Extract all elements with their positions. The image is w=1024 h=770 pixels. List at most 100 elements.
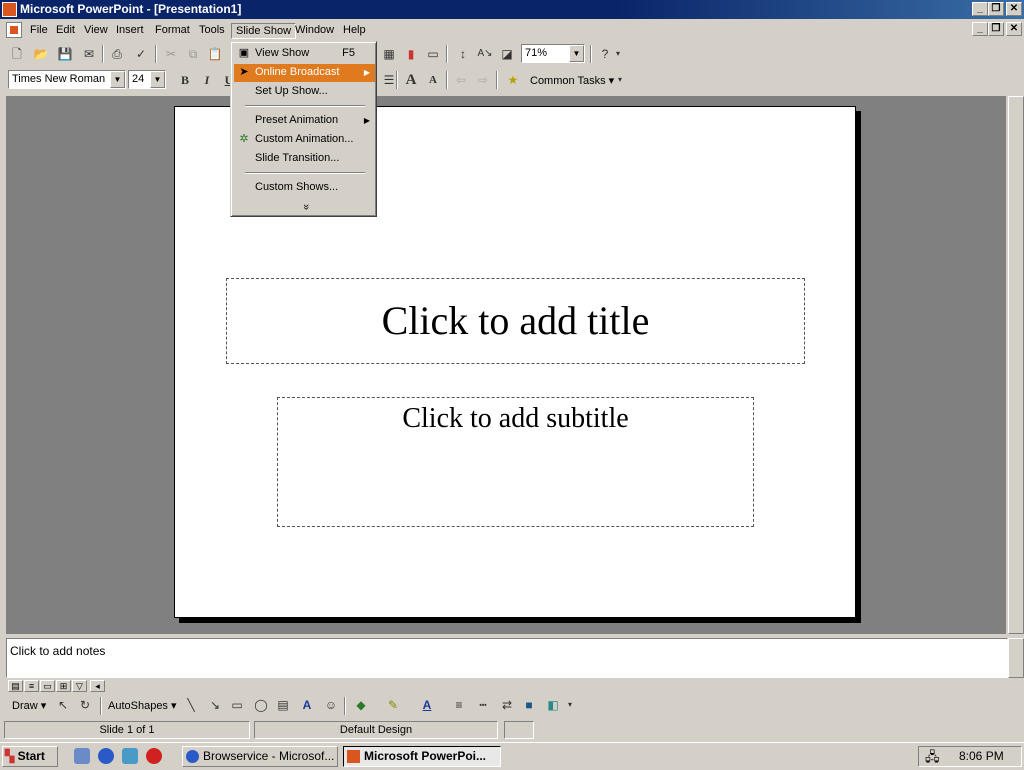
- clock[interactable]: 8:06 PM: [959, 749, 1004, 763]
- menu-file[interactable]: File: [26, 23, 52, 39]
- shadow-icon[interactable]: ■: [518, 696, 540, 716]
- insert-table-icon[interactable]: ▦: [378, 45, 400, 65]
- copy-icon[interactable]: ⧉: [182, 45, 204, 65]
- opera-icon[interactable]: [146, 748, 162, 764]
- subtitle-placeholder[interactable]: Click to add subtitle: [277, 397, 754, 527]
- fill-color-icon[interactable]: ◆: [350, 696, 372, 716]
- insert-chart-icon[interactable]: ▮: [400, 45, 422, 65]
- promote-icon[interactable]: ⇦: [450, 71, 472, 91]
- notes-placeholder[interactable]: Click to add notes: [10, 644, 105, 658]
- menu-tools[interactable]: Tools: [195, 23, 229, 39]
- show-formatting-icon[interactable]: A↘: [474, 45, 496, 65]
- italic-button[interactable]: I: [196, 71, 218, 91]
- chevron-down-icon[interactable]: ▼: [569, 45, 584, 62]
- title-placeholder[interactable]: Click to add title: [226, 278, 805, 364]
- taskbar-item-powerpoint[interactable]: Microsoft PowerPoi...: [343, 746, 501, 767]
- menu-item-custom-shows[interactable]: Custom Shows...: [234, 179, 375, 197]
- menu-item-set-up-show[interactable]: Set Up Show...: [234, 83, 375, 101]
- powerpoint-app-icon[interactable]: [2, 2, 17, 17]
- close-button[interactable]: ✕: [1006, 2, 1022, 16]
- demote-icon[interactable]: ⇨: [472, 71, 494, 91]
- menu-item-custom-animation[interactable]: ✲ Custom Animation...: [234, 131, 375, 149]
- common-tasks-button[interactable]: Common Tasks ▾: [530, 74, 614, 87]
- menu-help[interactable]: Help: [339, 23, 370, 39]
- select-arrow-icon[interactable]: ↖: [52, 696, 74, 716]
- start-button[interactable]: ▚ Start: [2, 746, 58, 767]
- arrow-style-icon[interactable]: ⇄: [496, 696, 518, 716]
- grayscale-icon[interactable]: ◪: [496, 45, 518, 65]
- doc-restore-button[interactable]: ❐: [988, 22, 1004, 36]
- tray-app-icon[interactable]: 🖧: [925, 748, 940, 770]
- oval-icon[interactable]: ◯: [250, 696, 272, 716]
- zoom-combo[interactable]: 71% ▼: [521, 44, 585, 63]
- spelling-icon[interactable]: ✓: [130, 45, 152, 65]
- cut-icon[interactable]: ✂: [160, 45, 182, 65]
- free-rotate-icon[interactable]: ↻: [74, 696, 96, 716]
- chevron-down-icon[interactable]: ▼: [150, 71, 165, 88]
- dash-style-icon[interactable]: ┅: [472, 696, 494, 716]
- autoshapes-menu-button[interactable]: AutoShapes ▾: [108, 699, 177, 712]
- outline-view-icon[interactable]: ≡: [24, 680, 39, 692]
- text-box-icon[interactable]: ▤: [272, 696, 294, 716]
- save-icon[interactable]: 💾: [54, 45, 76, 65]
- print-icon[interactable]: ⎙: [106, 45, 128, 65]
- expand-menu-icon[interactable]: »: [298, 199, 312, 215]
- toolbar-separator: [446, 71, 448, 89]
- arrow-icon[interactable]: ↘: [204, 696, 226, 716]
- font-combo[interactable]: Times New Roman ▼: [8, 70, 126, 89]
- notes-pane[interactable]: Click to add notes: [6, 638, 1008, 678]
- restore-button[interactable]: ❐: [988, 2, 1004, 16]
- zoom-value: 71%: [525, 47, 548, 59]
- chevron-down-icon[interactable]: ▼: [110, 71, 125, 88]
- line-icon[interactable]: ╲: [180, 696, 202, 716]
- new-slide-icon[interactable]: ▭: [422, 45, 444, 65]
- menu-slide-show[interactable]: Slide Show: [231, 23, 297, 39]
- expand-icon[interactable]: ↕: [452, 45, 474, 65]
- taskbar-item-browservice[interactable]: Browservice - Microsof...: [182, 746, 338, 767]
- show-desktop-icon[interactable]: [74, 748, 90, 764]
- menu-view[interactable]: View: [80, 23, 112, 39]
- line-style-icon[interactable]: ≡: [448, 696, 470, 716]
- draw-menu-button[interactable]: Draw ▾: [12, 699, 46, 712]
- menu-item-slide-transition[interactable]: Slide Transition...: [234, 150, 375, 168]
- toolbar-options-icon[interactable]: ▾: [612, 45, 624, 65]
- menu-insert[interactable]: Insert: [112, 23, 148, 39]
- minimize-button[interactable]: _: [972, 2, 988, 16]
- toolbar-options-icon[interactable]: ▾: [614, 71, 626, 91]
- bold-button[interactable]: B: [174, 71, 196, 91]
- menu-edit[interactable]: Edit: [52, 23, 79, 39]
- outlook-express-icon[interactable]: [122, 748, 138, 764]
- menu-item-view-show[interactable]: ▣ View Show F5: [234, 45, 375, 63]
- 3d-icon[interactable]: ◧: [542, 696, 564, 716]
- paste-icon[interactable]: 📋: [204, 45, 226, 65]
- menu-format[interactable]: Format: [151, 23, 194, 39]
- open-icon[interactable]: 📂: [30, 45, 52, 65]
- title-bar[interactable]: Microsoft PowerPoint - [Presentation1] _…: [0, 0, 1024, 19]
- internet-explorer-icon[interactable]: [98, 748, 114, 764]
- document-icon[interactable]: [6, 22, 22, 38]
- font-size-combo[interactable]: 24 ▼: [128, 70, 166, 89]
- slide-sorter-icon[interactable]: ⊞: [56, 680, 71, 692]
- doc-minimize-button[interactable]: _: [972, 22, 988, 36]
- rectangle-icon[interactable]: ▭: [226, 696, 248, 716]
- increase-font-icon[interactable]: A: [400, 71, 422, 91]
- scroll-left-icon[interactable]: ◂: [90, 680, 105, 692]
- menu-item-preset-animation[interactable]: Preset Animation ▶: [234, 112, 375, 130]
- clip-art-icon[interactable]: ☺: [320, 696, 342, 716]
- vertical-scrollbar[interactable]: [1008, 96, 1024, 634]
- decrease-font-icon[interactable]: A: [422, 71, 444, 91]
- email-icon[interactable]: ✉: [78, 45, 100, 65]
- menu-item-online-broadcast[interactable]: ➤ Online Broadcast ▶: [234, 64, 375, 82]
- toolbar-options-icon[interactable]: ▾: [564, 696, 576, 716]
- doc-close-button[interactable]: ✕: [1006, 22, 1022, 36]
- slide-view-icon[interactable]: ▭: [40, 680, 55, 692]
- normal-view-icon[interactable]: ▤: [8, 680, 23, 692]
- new-icon[interactable]: 🗋: [6, 45, 28, 65]
- notes-scrollbar[interactable]: [1008, 638, 1024, 678]
- line-color-icon[interactable]: ✎: [382, 696, 404, 716]
- slide-show-view-icon[interactable]: ▽: [72, 680, 87, 692]
- menu-window[interactable]: Window: [291, 23, 338, 39]
- common-tasks-icon[interactable]: ★: [502, 71, 524, 91]
- wordart-icon[interactable]: A: [296, 696, 318, 716]
- font-color-icon[interactable]: A: [416, 696, 438, 716]
